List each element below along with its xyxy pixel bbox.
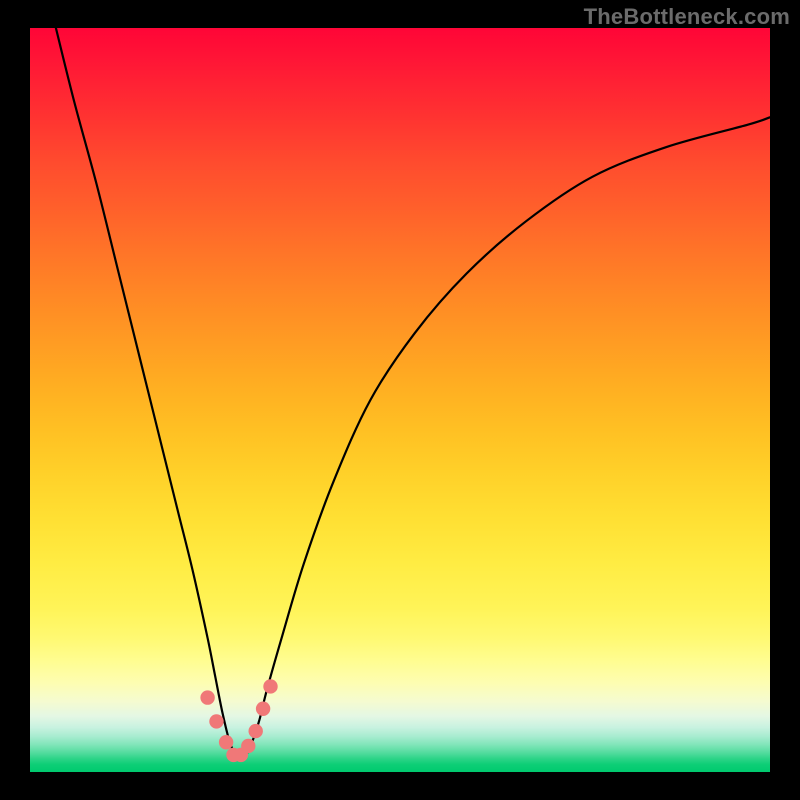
marker-dot [200, 690, 214, 704]
marker-dot [249, 724, 263, 738]
bottleneck-curve-line [56, 28, 770, 759]
chart-svg [30, 28, 770, 772]
watermark-text: TheBottleneck.com [584, 4, 790, 30]
marker-dot [241, 739, 255, 753]
minimum-markers [200, 679, 277, 762]
chart-plot-area [30, 28, 770, 772]
marker-dot [256, 702, 270, 716]
marker-dot [209, 714, 223, 728]
marker-dot [219, 735, 233, 749]
marker-dot [263, 679, 277, 693]
